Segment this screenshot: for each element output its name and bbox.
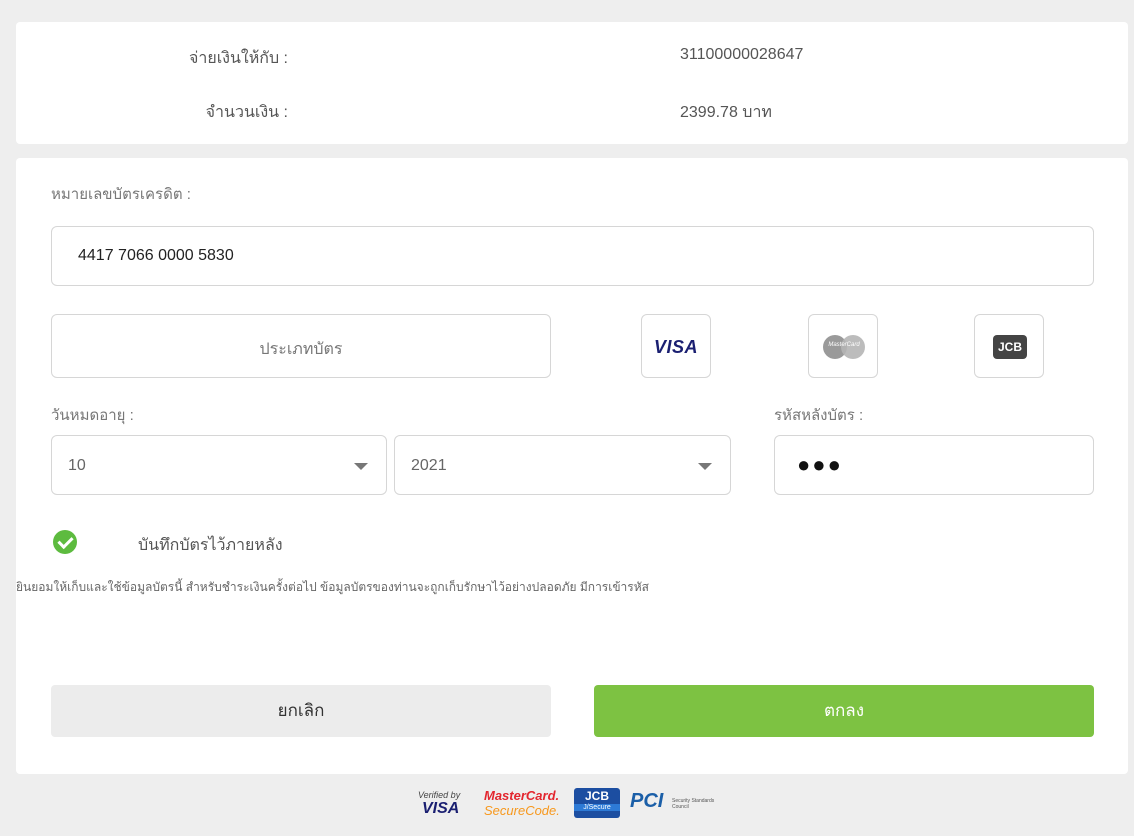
cvv-label: รหัสหลังบัตร : bbox=[774, 407, 864, 424]
cvv-value: ●●● bbox=[797, 452, 843, 477]
card-number-input[interactable]: 4417 7066 0000 5830 bbox=[51, 226, 1094, 286]
card-form-panel: หมายเลขบัตรเครดิต : 4417 7066 0000 5830 … bbox=[16, 158, 1128, 774]
chevron-down-icon bbox=[698, 463, 712, 470]
mastercard-logo-icon: MasterCard bbox=[823, 335, 865, 359]
pay-to-label: จ่ายเงินให้กับ : bbox=[188, 50, 288, 67]
expiry-month-select[interactable]: 10 bbox=[51, 435, 387, 495]
expiry-month-value: 10 bbox=[68, 457, 86, 474]
cancel-button[interactable]: ยกเลิก bbox=[51, 685, 551, 737]
payment-summary-panel: จ่ายเงินให้กับ : 31100000028647 จำนวนเงิ… bbox=[16, 22, 1128, 144]
visa-logo-icon: VISA bbox=[653, 337, 698, 357]
jcb-brand-button[interactable]: JCB bbox=[974, 314, 1044, 378]
save-card-checkbox[interactable] bbox=[53, 530, 77, 554]
expiry-year-select[interactable]: 2021 bbox=[394, 435, 731, 495]
consent-text: ยินยอมให้เก็บและใช้ข้อมูลบัตรนี้ สำหรับช… bbox=[16, 580, 649, 594]
jcb-logo-icon: JCB bbox=[993, 335, 1027, 359]
expiry-label: วันหมดอายุ : bbox=[51, 407, 134, 424]
amount-value: 2399.78 บาท bbox=[680, 104, 772, 121]
security-logos: Verified by VISA MasterCard. SecureCode.… bbox=[0, 784, 1134, 824]
card-type-field[interactable]: ประเภทบัตร bbox=[51, 314, 551, 378]
visa-brand-button[interactable]: VISA bbox=[641, 314, 711, 378]
card-number-label: หมายเลขบัตรเครดิต : bbox=[51, 186, 191, 203]
pay-to-value: 31100000028647 bbox=[680, 46, 804, 63]
ok-button[interactable]: ตกลง bbox=[594, 685, 1094, 737]
card-type-placeholder: ประเภทบัตร bbox=[259, 341, 343, 358]
chevron-down-icon bbox=[354, 463, 368, 470]
save-card-label: บันทึกบัตรไว้ภายหลัง bbox=[138, 537, 283, 554]
mastercard-securecode-logo: MasterCard. SecureCode. bbox=[484, 788, 560, 818]
mastercard-brand-button[interactable]: MasterCard bbox=[808, 314, 878, 378]
jcb-jsecure-logo: JCB J/Secure bbox=[574, 784, 622, 824]
verified-by-visa-logo: Verified by VISA bbox=[418, 790, 461, 817]
pci-logo: PCI Security Standards Council bbox=[630, 790, 715, 812]
amount-label: จำนวนเงิน : bbox=[205, 104, 288, 121]
card-number-value: 4417 7066 0000 5830 bbox=[78, 247, 234, 264]
cvv-input[interactable]: ●●● bbox=[774, 435, 1094, 495]
expiry-year-value: 2021 bbox=[411, 457, 447, 474]
